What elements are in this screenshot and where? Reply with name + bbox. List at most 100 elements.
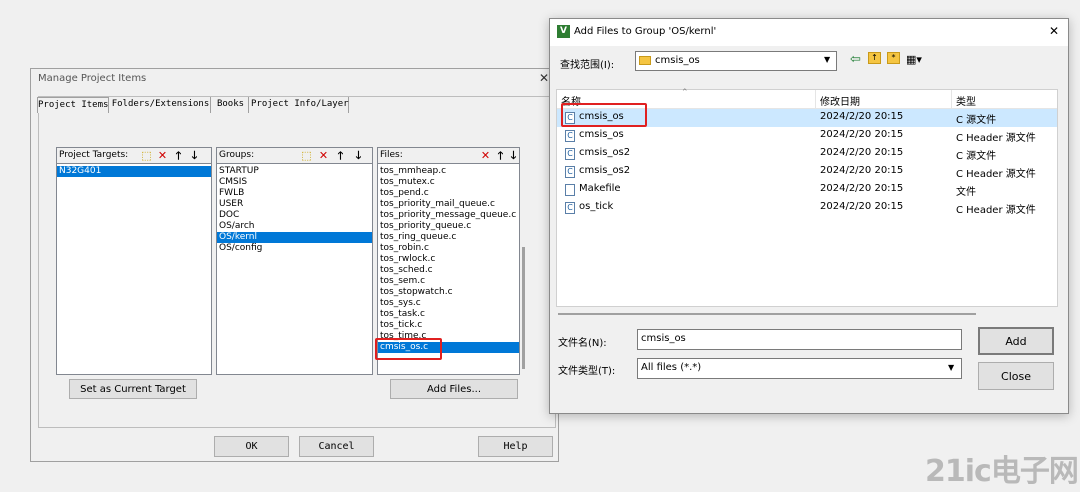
file-item[interactable]: tos_sched.c	[378, 265, 519, 276]
delete-icon[interactable]: ✕	[480, 150, 491, 161]
sort-icon: ⌃	[681, 88, 689, 98]
cmsis-os-highlight-box	[561, 103, 647, 127]
up-folder-icon[interactable]: ↑	[868, 52, 881, 64]
new-icon[interactable]: ⬚	[301, 150, 312, 161]
group-item[interactable]: OS/arch	[217, 221, 372, 232]
delete-icon[interactable]: ✕	[318, 150, 329, 161]
view-menu-icon[interactable]: ▦▾	[906, 53, 922, 66]
target-item[interactable]: N32G401	[57, 166, 211, 177]
filetype-value: All files (*.*)	[641, 362, 702, 373]
col-divider	[815, 90, 816, 108]
chevron-down-icon[interactable]: ▼	[948, 363, 954, 372]
group-item[interactable]: OS/config	[217, 243, 372, 254]
delete-icon[interactable]: ✕	[157, 150, 168, 161]
file-date: 2024/2/20 20:15	[820, 183, 904, 194]
files-scrollbar[interactable]	[522, 247, 525, 369]
file-item[interactable]: tos_priority_message_queue.c	[378, 210, 519, 221]
chevron-down-icon[interactable]: ▼	[824, 55, 830, 64]
file-item[interactable]: tos_mmheap.c	[378, 166, 519, 177]
tab-project-items[interactable]: Project Items	[37, 97, 109, 113]
files-label: Files:	[380, 150, 403, 160]
file-name: os_tick	[579, 201, 614, 212]
filename-value: cmsis_os	[641, 333, 686, 344]
file-item[interactable]: tos_robin.c	[378, 243, 519, 254]
file-item[interactable]: tos_stopwatch.c	[378, 287, 519, 298]
look-in-dropdown[interactable]: cmsis_os ▼	[635, 51, 837, 71]
group-item[interactable]: FWLB	[217, 188, 372, 199]
files-header: Files: ✕ 🡑 🡓	[377, 147, 520, 164]
move-up-icon[interactable]: 🡑	[495, 150, 506, 161]
file-item[interactable]: tos_task.c	[378, 309, 519, 320]
ok-button[interactable]: OK	[214, 436, 289, 457]
help-button[interactable]: Help	[478, 436, 553, 457]
new-folder-icon[interactable]: *	[887, 52, 900, 64]
close-button[interactable]: Close	[978, 362, 1054, 390]
watermark-logo: 21ic电子网	[925, 446, 1079, 490]
col-date-header[interactable]: 修改日期	[820, 93, 860, 108]
group-item[interactable]: USER	[217, 199, 372, 210]
close-icon[interactable]: ✕	[1049, 24, 1059, 38]
watermark-text: 21ic电子网	[925, 454, 1079, 489]
group-item[interactable]: CMSIS	[217, 177, 372, 188]
add-files-title: Add Files to Group 'OS/kernl'	[574, 26, 717, 37]
move-up-icon[interactable]: 🡑	[335, 150, 346, 161]
back-icon[interactable]: ⇦	[850, 52, 861, 67]
file-row[interactable]: Cos_tick 2024/2/20 20:15 C Header 源文件	[557, 199, 1057, 217]
file-item[interactable]: tos_priority_queue.c	[378, 221, 519, 232]
add-files-button[interactable]: Add Files...	[390, 379, 518, 399]
add-button[interactable]: Add	[978, 327, 1054, 355]
file-item[interactable]: tos_sys.c	[378, 298, 519, 309]
file-type: C Header 源文件	[956, 133, 1036, 144]
file-date: 2024/2/20 20:15	[820, 129, 904, 140]
file-item[interactable]: tos_rwlock.c	[378, 254, 519, 265]
file-row[interactable]: Makefile 2024/2/20 20:15 文件	[557, 181, 1057, 199]
file-date: 2024/2/20 20:15	[820, 165, 904, 176]
look-in-label: 查找范围(I):	[560, 60, 615, 71]
move-up-icon[interactable]: 🡑	[173, 150, 184, 161]
file-name: cmsis_os2	[579, 147, 631, 158]
cancel-button[interactable]: Cancel	[299, 436, 374, 457]
file-type: C 源文件	[956, 115, 997, 126]
file-name: cmsis_os2	[579, 165, 631, 176]
move-down-icon[interactable]: 🡓	[508, 150, 519, 161]
tab-project-info-layer[interactable]: Project Info/Layer	[251, 97, 349, 113]
file-item[interactable]: tos_sem.c	[378, 276, 519, 287]
project-targets-label: Project Targets:	[59, 150, 129, 160]
c-file-icon: C	[565, 130, 575, 142]
h-scrollbar[interactable]	[558, 313, 976, 315]
file-name: cmsis_os	[579, 129, 624, 140]
file-date: 2024/2/20 20:15	[820, 111, 904, 122]
set-current-target-button[interactable]: Set as Current Target	[69, 379, 197, 399]
tab-folders-extensions[interactable]: Folders/Extensions	[111, 97, 211, 113]
file-row[interactable]: Ccmsis_os2 2024/2/20 20:15 C 源文件	[557, 145, 1057, 163]
file-type: 文件	[956, 187, 976, 198]
file-row[interactable]: Ccmsis_os2 2024/2/20 20:15 C Header 源文件	[557, 163, 1057, 181]
file-icon	[565, 184, 575, 196]
col-type-header[interactable]: 类型	[956, 93, 976, 108]
move-down-icon[interactable]: 🡓	[189, 150, 200, 161]
close-icon[interactable]: ✕	[539, 71, 549, 85]
move-down-icon[interactable]: 🡓	[353, 150, 364, 161]
filename-input[interactable]: cmsis_os	[637, 329, 962, 350]
file-item[interactable]: tos_mutex.c	[378, 177, 519, 188]
cmsis-os-highlight-box	[375, 338, 442, 360]
group-item[interactable]: DOC	[217, 210, 372, 221]
file-item[interactable]: tos_priority_mail_queue.c	[378, 199, 519, 210]
group-item[interactable]: STARTUP	[217, 166, 372, 177]
file-name: Makefile	[579, 183, 621, 194]
file-item[interactable]: tos_pend.c	[378, 188, 519, 199]
project-targets-list[interactable]	[56, 147, 212, 375]
filetype-label: 文件类型(T):	[558, 366, 616, 377]
c-file-icon: C	[565, 166, 575, 178]
group-item[interactable]: OS/kernl	[217, 232, 372, 243]
tab-books[interactable]: Books	[213, 97, 249, 113]
file-item[interactable]: tos_tick.c	[378, 320, 519, 331]
new-icon[interactable]: ⬚	[141, 150, 152, 161]
file-item[interactable]: tos_ring_queue.c	[378, 232, 519, 243]
project-targets-header: Project Targets: ⬚ ✕ 🡑 🡓	[56, 147, 212, 164]
folder-icon	[639, 56, 651, 65]
filetype-select[interactable]: All files (*.*) ▼	[637, 358, 962, 379]
file-type: C Header 源文件	[956, 169, 1036, 180]
c-file-icon: C	[565, 148, 575, 160]
file-row[interactable]: Ccmsis_os 2024/2/20 20:15 C Header 源文件	[557, 127, 1057, 145]
